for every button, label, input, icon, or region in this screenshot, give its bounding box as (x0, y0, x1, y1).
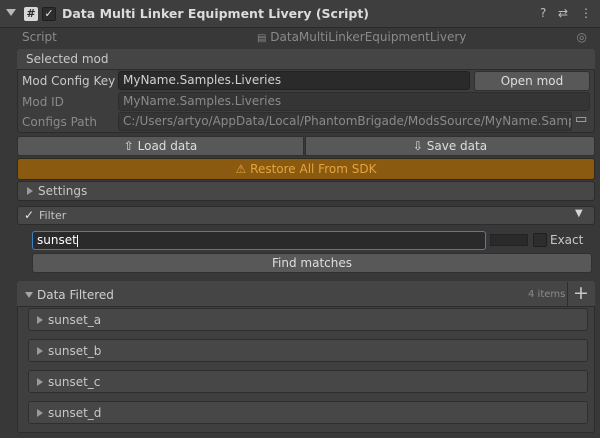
filter-bar (17, 206, 595, 225)
item-arrow-icon (37, 347, 43, 355)
mod-config-key-label: Mod Config Key (22, 74, 116, 88)
settings-label: Settings (38, 184, 88, 198)
filter-checkbox[interactable]: ✓ (24, 208, 34, 222)
component-header: # ✓ Data Multi Linker Equipment Livery (… (0, 0, 600, 28)
list-item[interactable]: sunset_b (28, 339, 588, 362)
list-item[interactable]: sunset_c (28, 370, 588, 393)
script-object-value: DataMultiLinkerEquipmentLivery (270, 30, 467, 44)
add-item-icon[interactable]: + (573, 282, 589, 304)
restore-all-label: Restore All From SDK (250, 162, 377, 176)
settings-foldout[interactable] (17, 181, 595, 201)
object-picker-icon[interactable]: ◎ (577, 29, 587, 45)
exact-label: Exact (550, 233, 584, 247)
download-icon: ⇩ (412, 139, 423, 153)
filter-search-input[interactable]: sunset (32, 231, 486, 250)
header-divider (567, 282, 568, 306)
help-icon[interactable]: ? (540, 6, 546, 20)
filter-dropdown-icon[interactable]: ▼ (575, 208, 583, 219)
data-filtered-count: 4 items (528, 289, 566, 300)
item-arrow-icon (37, 409, 43, 417)
settings-arrow-icon (27, 187, 33, 195)
selected-mod-heading: Selected mod (26, 52, 109, 66)
script-object-field[interactable]: ▤ DataMultiLinkerEquipmentLivery ◎ (252, 28, 592, 46)
context-menu-icon[interactable]: ⋮ (580, 6, 592, 20)
preset-settings-icon[interactable]: ⇄ (558, 6, 568, 20)
load-data-button[interactable]: ⇧ Load data (17, 136, 304, 156)
configs-path-field: C:/Users/artyo/AppData/Local/PhantomBrig… (118, 112, 572, 131)
mod-config-key-field[interactable]: MyName.Samples.Liveries (118, 71, 470, 90)
list-item-label: sunset_c (48, 375, 101, 389)
data-filtered-label: Data Filtered (37, 288, 114, 302)
save-data-label: Save data (426, 139, 488, 153)
configs-path-label: Configs Path (22, 115, 97, 129)
list-item-label: sunset_d (48, 406, 102, 420)
list-item[interactable]: sunset_d (28, 401, 588, 424)
filter-search-value: sunset (37, 233, 77, 247)
mod-id-label: Mod ID (22, 95, 64, 109)
load-data-label: Load data (137, 139, 198, 153)
filter-label: Filter (39, 209, 67, 222)
exact-checkbox[interactable] (533, 233, 547, 247)
data-filtered-arrow-icon[interactable] (25, 292, 33, 298)
script-icon: # (24, 7, 38, 21)
open-mod-manager-button[interactable]: Open mod manager (474, 71, 590, 106)
filter-slider-track[interactable] (490, 234, 528, 246)
restore-all-from-sdk-button[interactable]: ⚠ Restore All From SDK (17, 158, 595, 180)
list-item[interactable]: sunset_a (28, 308, 588, 331)
save-data-button[interactable]: ⇩ Save data (305, 136, 595, 156)
text-caret (76, 234, 78, 247)
foldout-arrow-icon[interactable] (6, 9, 16, 16)
find-matches-button[interactable]: Find matches (32, 253, 592, 273)
list-item-label: sunset_b (48, 344, 102, 358)
item-arrow-icon (37, 378, 43, 386)
folder-icon[interactable]: ▭ (575, 112, 587, 127)
mod-id-field: MyName.Samples.Liveries (118, 92, 590, 111)
document-icon: ▤ (257, 33, 267, 44)
list-item-label: sunset_a (48, 313, 102, 327)
component-title: Data Multi Linker Equipment Livery (Scri… (62, 6, 370, 21)
warning-icon: ⚠ (235, 162, 247, 176)
script-label: Script (22, 30, 57, 44)
upload-icon: ⇧ (123, 139, 134, 153)
item-arrow-icon (37, 316, 43, 324)
component-enabled-checkbox[interactable]: ✓ (42, 7, 56, 21)
